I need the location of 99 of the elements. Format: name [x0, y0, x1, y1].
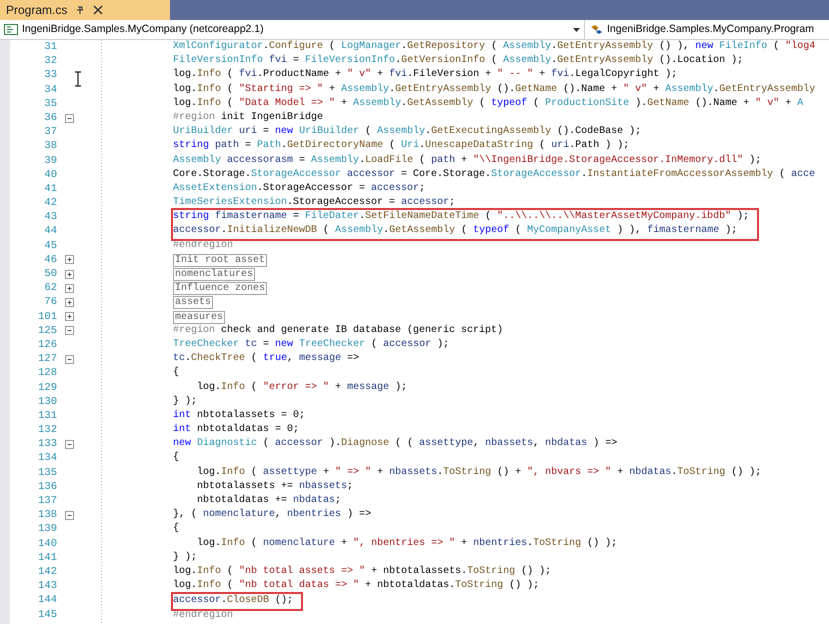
line-number: 125: [37, 324, 57, 338]
code-line: AssetExtension.StorageAccessor = accessor;: [173, 182, 426, 196]
expand-icon[interactable]: [65, 284, 74, 293]
collapse-icon[interactable]: [65, 510, 74, 520]
line-number: 31: [43, 40, 57, 54]
collapsed-region[interactable]: Init root asset: [173, 254, 268, 267]
expand-icon[interactable]: [65, 255, 74, 264]
collapse-icon[interactable]: [65, 114, 74, 123]
line-number: 131: [37, 408, 57, 424]
line-number: 41: [43, 182, 57, 196]
line-number: 140: [37, 536, 57, 551]
collapse-icon[interactable]: [65, 440, 74, 449]
code-line: #endregion: [173, 238, 234, 253]
line-number: 42: [43, 196, 57, 210]
line-number: 145: [37, 608, 57, 622]
line-number: 141: [37, 550, 57, 565]
code-line: accessor.CloseDB ();: [173, 594, 294, 608]
dropdown-arrow-icon: [573, 28, 580, 32]
code-line: XmlConfigurator.Configure ( LogManager.GetRepository ( Assembly.GetEntryAssembly () ), new FileInfo ( "log4: [173, 40, 816, 54]
line-number: 127: [37, 352, 57, 366]
code-line: TimeSeriesExtension.StorageAccessor = accessor;: [173, 196, 456, 210]
project-icon: [4, 24, 18, 35]
code-line: TreeChecker tc = new TreeChecker ( accessor );: [173, 338, 450, 352]
code-line: nbtotaldatas += nbdatas;: [196, 494, 342, 508]
code-line: } );: [173, 550, 198, 565]
collapse-icon[interactable]: [65, 354, 74, 364]
line-number: 128: [37, 366, 57, 380]
line-number: 45: [43, 238, 57, 253]
line-number: 129: [37, 380, 57, 395]
line-number: 50: [43, 267, 57, 282]
code-line: #region check and generate IB database (generic script): [173, 324, 504, 338]
code-line: UriBuilder uri = new UriBuilder ( Assembly.GetExecutingAssembly ().CodeBase );: [173, 125, 642, 140]
code-line: log.Info ( "error => " + message );: [196, 380, 408, 394]
line-number: 36: [43, 110, 57, 126]
collapsed-region[interactable]: Influence zones: [173, 282, 268, 296]
document-tab[interactable]: Program.cs: [0, 0, 170, 20]
line-number: 39: [43, 154, 57, 168]
collapsed-region[interactable]: nomenclatures: [173, 268, 256, 281]
code-line: int nbtotaldatas = 0;: [173, 423, 300, 438]
line-number: 37: [43, 125, 57, 140]
line-number: 132: [37, 423, 57, 438]
expand-icon[interactable]: [65, 298, 74, 307]
code-line: FileVersionInfo fvi = FileVersionInfo.GetVersionInfo ( Assembly.GetEntryAssembly ().Location );: [173, 54, 744, 68]
code-line: #endregion: [173, 608, 234, 622]
code-line: log.Info ( "nb total datas => " + nbtotaldatas.ToString () );: [173, 579, 540, 594]
code-line: } );: [173, 394, 198, 409]
line-number: 136: [37, 480, 57, 494]
code-line: log.Info ( "Data Model => " + Assembly.GetAssembly ( typeof ( ProductionSite ).GetName ().Name + " v" + A: [173, 96, 804, 111]
line-number: 32: [43, 54, 57, 68]
code-line: {: [173, 451, 180, 466]
code-line: log.Info ( assettype + " => " + nbassets.ToString () + ", nbvars => " + nbdatas.ToString () );: [196, 466, 762, 480]
code-line: accessor.InitializeNewDB ( Assembly.GetAssembly ( typeof ( MyCompanyAsset ) ), fimastername );: [173, 224, 738, 238]
code-line: string fimastername = FileDater.SetFileNameDateTime ( "..\\..\\..\\MasterAssetMyCompany.ibdb" );: [173, 210, 750, 224]
line-number: 38: [43, 139, 57, 154]
line-number: 142: [37, 564, 57, 580]
class-icon: [589, 24, 603, 35]
code-line: Assembly accessorasm = Assembly.LoadFile ( path + "\\IngeniBridge.StorageAccessor.InMemory.dll" );: [173, 154, 762, 168]
line-number: 137: [37, 494, 57, 508]
code-line: tc.CheckTree ( true, message =>: [173, 352, 360, 366]
code-line: Core.Storage.StorageAccessor accessor = Core.Storage.StorageAccessor.InstantiateFromAccessorAssembly ( acce: [173, 168, 816, 182]
code-line: string path = Path.GetDirectoryName ( Uri.UnescapeDataString ( uri.Path ) );: [173, 139, 630, 154]
line-number: 46: [43, 252, 57, 267]
text-cursor-icon: [74, 71, 82, 87]
line-number: 76: [43, 295, 57, 310]
code-line: {: [173, 522, 180, 536]
line-number: 40: [43, 168, 57, 182]
code-line: log.Info ( "nb total assets => " + nbtotalassets.ToString () );: [173, 564, 552, 579]
line-number: 101: [37, 310, 57, 324]
line-number: 134: [37, 451, 57, 466]
code-line: new Diagnostic ( accessor ).Diagnose ( ( assettype, nbassets, nbdatas ) =>: [173, 437, 618, 452]
line-number: 62: [43, 281, 57, 296]
line-number: 126: [37, 338, 57, 352]
code-line: int nbtotalassets = 0;: [173, 408, 306, 423]
line-number: 144: [37, 593, 57, 608]
collapsed-region[interactable]: measures: [173, 310, 226, 324]
line-number: 135: [37, 466, 57, 480]
collapse-icon[interactable]: [65, 326, 74, 336]
close-icon: [93, 5, 104, 15]
line-number: 130: [37, 394, 57, 409]
line-number: 35: [43, 96, 57, 111]
line-number: 34: [43, 82, 57, 97]
code-line: log.Info ( nomenclature + ", nbentries => " + nbentries.ToString () );: [196, 536, 618, 551]
line-number: 33: [43, 68, 57, 83]
line-number: 139: [37, 522, 57, 537]
expand-icon[interactable]: [65, 312, 74, 322]
pin-icon: [75, 5, 86, 15]
code-line: {: [173, 366, 180, 380]
expand-icon[interactable]: [65, 270, 74, 279]
collapsed-region[interactable]: assets: [173, 296, 214, 310]
code-line: log.Info ( fvi.ProductName + " v" + fvi.FileVersion + " -- " + fvi.LegalCopyright );: [173, 68, 678, 82]
line-number: 133: [37, 437, 57, 452]
code-line: log.Info ( "Starting => " + Assembly.GetEntryAssembly ().GetName ().Name + " v" + Assembly.GetEntryAssembly: [173, 82, 816, 97]
line-number: 138: [37, 508, 57, 522]
line-number: 43: [43, 210, 57, 224]
line-number: 143: [37, 579, 57, 594]
code-line: #region init IngeniBridge: [173, 110, 324, 125]
code-line: nbtotalassets += nbassets;: [196, 480, 354, 494]
code-line: }, ( nomenclature, nbentries ) =>: [173, 508, 372, 522]
line-number: 44: [43, 224, 57, 239]
